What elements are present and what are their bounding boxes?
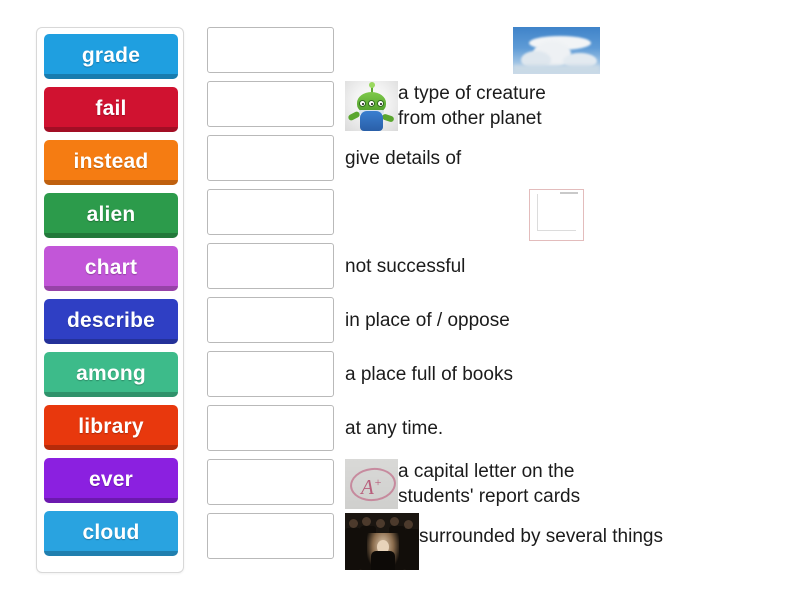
definition-rows: a type of creature from other planet giv… <box>207 27 787 570</box>
answer-dropbox[interactable] <box>207 513 334 559</box>
definition-text: in place of / oppose <box>345 310 510 331</box>
word-tile[interactable]: cloud <box>44 511 178 556</box>
word-tile-label: fail <box>95 96 127 120</box>
word-tile[interactable]: grade <box>44 34 178 79</box>
word-tile[interactable]: alien <box>44 193 178 238</box>
chart-title-bar <box>560 192 578 194</box>
match-row <box>207 27 787 81</box>
definition-text: at any time. <box>345 418 444 439</box>
cloud-photo-thumbnail <box>513 27 600 74</box>
crowd-head <box>376 519 385 528</box>
alien-eye <box>368 100 375 107</box>
chart-photo-thumbnail <box>529 189 584 241</box>
word-tile[interactable]: library <box>44 405 178 450</box>
alien-arm <box>381 113 395 123</box>
word-tile-label: alien <box>86 202 136 226</box>
crowd-head <box>404 520 413 529</box>
alien-eye <box>359 100 366 107</box>
match-row <box>207 189 787 243</box>
match-row: a type of creature from other planet <box>207 81 787 135</box>
crowd-gown <box>371 551 395 570</box>
word-bank-panel: grade fail instead alien chart describe … <box>36 27 184 573</box>
grade-photo-thumbnail: A+ <box>345 459 398 509</box>
definition-text: surrounded by several things <box>419 526 663 547</box>
crowd-gown <box>404 529 419 570</box>
word-tile-label: library <box>78 414 144 438</box>
definition-cell: in place of / oppose <box>345 297 787 343</box>
crowd-gown <box>345 528 361 570</box>
word-tile-label: instead <box>73 149 149 173</box>
definition-text: give details of <box>345 148 462 169</box>
match-row: surrounded by several things <box>207 513 787 570</box>
crowd-head <box>362 517 371 526</box>
answer-dropbox[interactable] <box>207 27 334 73</box>
match-row: A+ a capital letter on the students' rep… <box>207 459 787 513</box>
answer-dropbox[interactable] <box>207 81 334 127</box>
word-tile[interactable]: fail <box>44 87 178 132</box>
word-tile[interactable]: describe <box>44 299 178 344</box>
word-tile-label: grade <box>81 43 141 67</box>
word-tile[interactable]: ever <box>44 458 178 503</box>
definition-cell: not successful <box>345 243 787 289</box>
definition-text: a type of creature from other planet <box>398 83 546 129</box>
alien-eye <box>377 100 384 107</box>
match-row: a place full of books <box>207 351 787 405</box>
word-tile[interactable]: chart <box>44 246 178 291</box>
match-up-activity: grade fail instead alien chart describe … <box>0 0 800 600</box>
match-row: not successful <box>207 243 787 297</box>
word-tile[interactable]: instead <box>44 140 178 185</box>
crowd-photo-thumbnail <box>345 513 419 570</box>
word-tile-label: cloud <box>82 520 140 544</box>
definition-cell: a type of creature from other planet <box>345 81 787 131</box>
answer-dropbox[interactable] <box>207 297 334 343</box>
definition-cell <box>345 27 787 74</box>
word-tile-label: describe <box>67 308 155 332</box>
definition-cell: surrounded by several things <box>345 513 787 570</box>
alien-body <box>360 111 383 131</box>
definition-text: a capital letter on the students' report… <box>398 461 581 507</box>
answer-dropbox[interactable] <box>207 135 334 181</box>
definition-text: not successful <box>345 256 466 277</box>
grade-letter: A+ <box>361 475 382 499</box>
crowd-head <box>349 519 358 528</box>
answer-dropbox[interactable] <box>207 189 334 235</box>
match-row: in place of / oppose <box>207 297 787 351</box>
answer-dropbox[interactable] <box>207 351 334 397</box>
cloud-haze <box>513 65 600 74</box>
answer-dropbox[interactable] <box>207 459 334 505</box>
definition-text: a place full of books <box>345 364 513 385</box>
chart-plot-area <box>538 195 575 231</box>
match-row: at any time. <box>207 405 787 459</box>
word-tile-label: ever <box>88 467 133 491</box>
answer-dropbox[interactable] <box>207 405 334 451</box>
word-tile-label: chart <box>84 255 138 279</box>
crowd-head <box>390 517 399 526</box>
word-tile-label: among <box>76 361 146 385</box>
word-tile[interactable]: among <box>44 352 178 397</box>
definition-cell: give details of <box>345 135 787 181</box>
definition-cell: a place full of books <box>345 351 787 397</box>
definition-cell: A+ a capital letter on the students' rep… <box>345 459 787 509</box>
answer-dropbox[interactable] <box>207 243 334 289</box>
definition-cell: at any time. <box>345 405 787 451</box>
match-row: give details of <box>207 135 787 189</box>
alien-photo-thumbnail <box>345 81 398 131</box>
definition-cell <box>345 189 787 241</box>
